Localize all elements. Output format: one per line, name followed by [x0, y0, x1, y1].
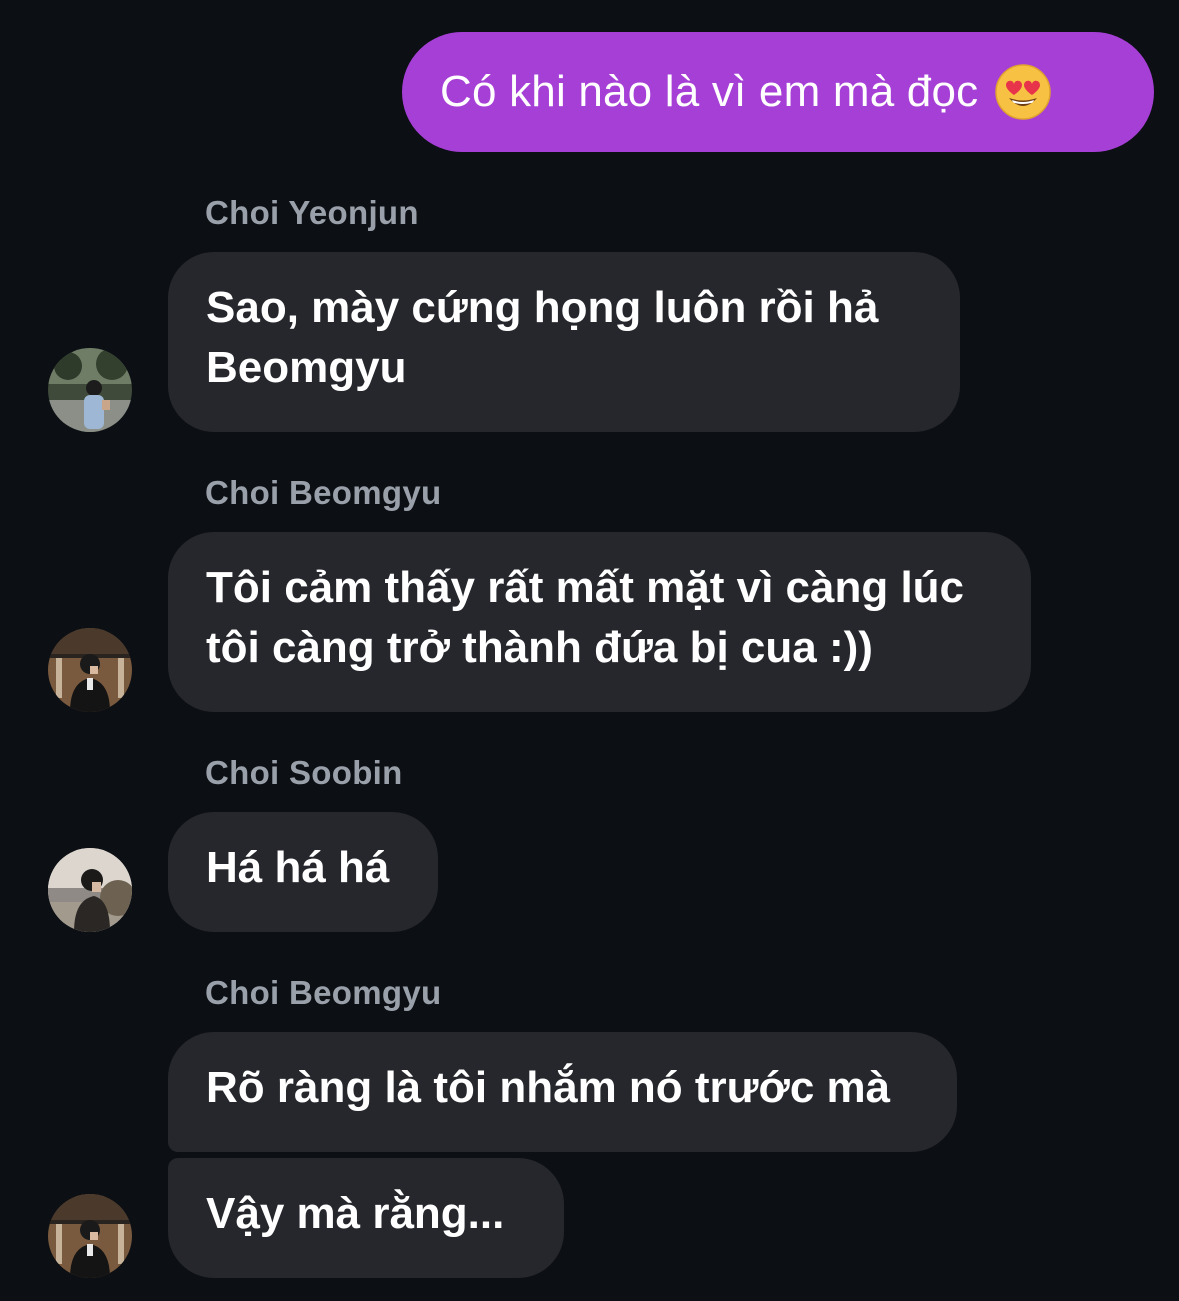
yeonjun-avatar[interactable]	[48, 348, 132, 432]
sender-name: Choi Soobin	[205, 754, 403, 791]
message-bubble[interactable]: Tôi cảm thấy rất mất mặt vì càng lúc tôi…	[168, 532, 1031, 712]
heart-eyes-emoji-icon	[994, 63, 1052, 121]
outgoing-message-bubble[interactable]: Có khi nào là vì em mà đọc	[402, 32, 1154, 152]
beomgyu-avatar[interactable]	[48, 1194, 132, 1278]
beomgyu-avatar[interactable]	[48, 628, 132, 712]
sender-name: Choi Beomgyu	[205, 474, 442, 511]
soobin-avatar[interactable]	[48, 848, 132, 932]
outgoing-message-text: Có khi nào là vì em mà đọc	[440, 67, 979, 116]
message-bubble[interactable]: Sao, mày cứng họng luôn rồi hả Beomgyu	[168, 252, 960, 432]
sender-name: Choi Yeonjun	[205, 194, 419, 231]
message-bubble[interactable]: Rõ ràng là tôi nhắm nó trước mà	[168, 1032, 957, 1152]
sender-name: Choi Beomgyu	[205, 974, 442, 1011]
message-bubble[interactable]: Há há há	[168, 812, 438, 932]
message-bubble[interactable]: Vậy mà rằng...	[168, 1158, 564, 1278]
